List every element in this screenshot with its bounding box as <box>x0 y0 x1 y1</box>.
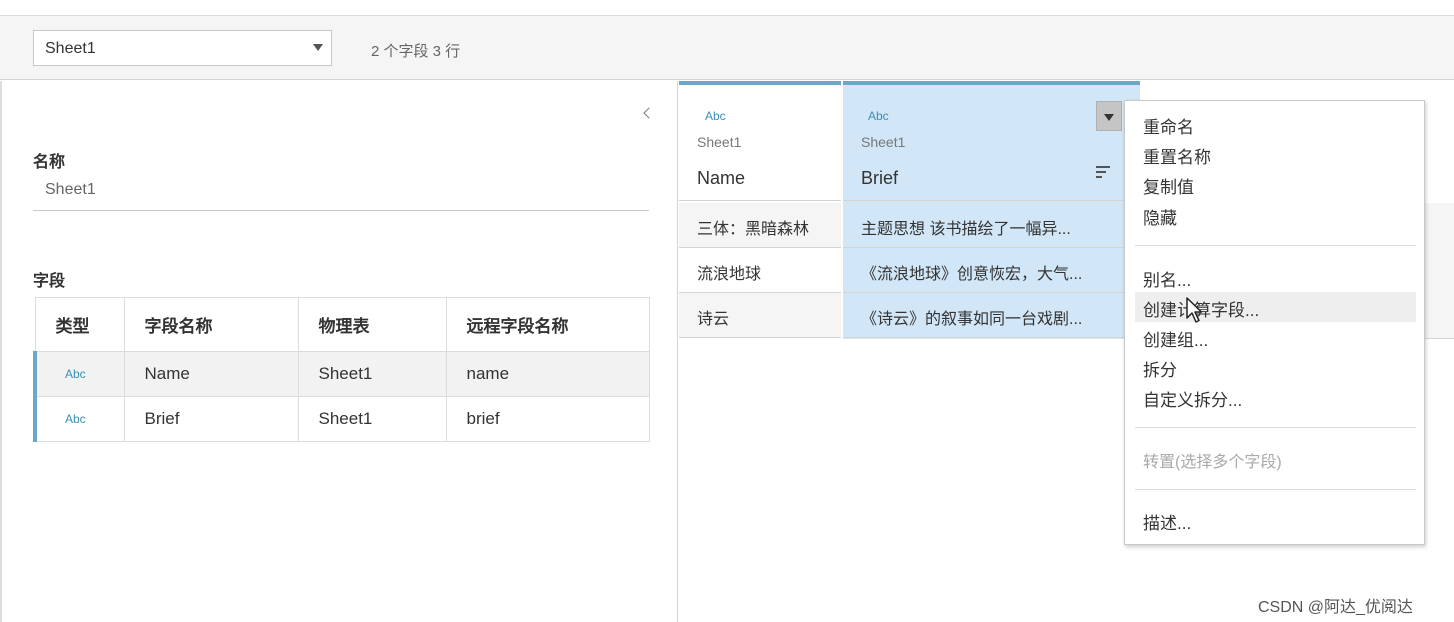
menu-item-reset-name[interactable]: 重置名称 <box>1143 143 1211 168</box>
menu-item-aliases[interactable]: 别名... <box>1143 266 1191 291</box>
menu-item-custom-split[interactable]: 自定义拆分... <box>1143 386 1242 411</box>
physical-table-cell: Sheet1 <box>297 396 447 442</box>
string-type-icon[interactable]: Abc <box>33 351 125 397</box>
remote-field-cell: brief <box>445 396 650 442</box>
column-name[interactable]: Name <box>697 168 745 189</box>
column-source-table: Sheet1 <box>861 134 906 150</box>
menu-item-rename[interactable]: 重命名 <box>1143 113 1194 138</box>
data-source-panel: 名称 Sheet1 字段 类型 字段名称 物理表 远程字段名称 Abc Name… <box>0 81 678 622</box>
fields-label: 字段 <box>33 273 66 290</box>
grid-column-brief[interactable]: Abc Sheet1 Brief 主题思想 该书描绘了一幅异... 《流浪地球》… <box>843 81 1140 339</box>
top-strip <box>0 0 1454 16</box>
menu-item-hide[interactable]: 隐藏 <box>1143 204 1177 229</box>
menu-divider <box>1135 427 1416 428</box>
name-field-value: Sheet1 <box>45 181 96 198</box>
table-row[interactable]: Abc Name Sheet1 name <box>33 351 650 397</box>
menu-item-split[interactable]: 拆分 <box>1143 356 1177 381</box>
menu-item-pivot: 转置(选择多个字段) <box>1143 454 1282 471</box>
field-count: 2 个字段 3 行 <box>371 43 461 60</box>
mouse-cursor-icon <box>1186 297 1203 323</box>
grid-cell[interactable]: 主题思想 该书描绘了一幅异... <box>843 203 1140 248</box>
grid-cell[interactable]: 三体：黑暗森林 <box>679 203 841 248</box>
collapse-left-icon[interactable] <box>642 103 656 123</box>
table-row[interactable]: Abc Brief Sheet1 brief <box>33 396 650 442</box>
watermark: CSDN @阿达_优阅达 <box>1258 599 1413 616</box>
field-name-cell[interactable]: Brief <box>123 396 299 442</box>
string-type-icon[interactable]: Abc <box>33 396 125 442</box>
column-header[interactable]: Abc Sheet1 Name <box>679 81 841 201</box>
column-header[interactable]: Abc Sheet1 Brief <box>843 81 1140 201</box>
header-remote-field-name[interactable]: 远程字段名称 <box>445 297 650 352</box>
sort-icon[interactable] <box>1096 165 1110 179</box>
menu-divider <box>1135 489 1416 490</box>
field-name-cell[interactable]: Name <box>123 351 299 397</box>
fields-table: 类型 字段名称 物理表 远程字段名称 Abc Name Sheet1 name … <box>33 297 650 442</box>
chevron-down-icon <box>313 44 323 51</box>
grid-cell[interactable]: 流浪地球 <box>679 248 841 293</box>
grid-cell[interactable]: 《流浪地球》创意恢宏，大气... <box>843 248 1140 293</box>
header-physical-table[interactable]: 物理表 <box>297 297 447 352</box>
string-type-icon[interactable]: Abc <box>705 109 726 123</box>
header-type[interactable]: 类型 <box>34 297 125 352</box>
column-menu-button[interactable] <box>1096 101 1122 131</box>
menu-item-create-group[interactable]: 创建组... <box>1143 326 1208 351</box>
name-label: 名称 <box>33 154 66 171</box>
fields-table-header: 类型 字段名称 物理表 远程字段名称 <box>34 297 650 352</box>
menu-divider <box>1135 245 1416 246</box>
menu-item-copy-values[interactable]: 复制值 <box>1143 173 1194 198</box>
column-name[interactable]: Brief <box>861 168 898 189</box>
grid-column-name[interactable]: Abc Sheet1 Name 三体：黑暗森林 流浪地球 诗云 <box>679 81 841 339</box>
string-type-icon[interactable]: Abc <box>868 109 889 123</box>
name-field[interactable]: Sheet1 <box>33 177 649 211</box>
sheet-select-value: Sheet1 <box>45 40 96 57</box>
physical-table-cell: Sheet1 <box>297 351 447 397</box>
header-field-name[interactable]: 字段名称 <box>123 297 299 352</box>
column-source-table: Sheet1 <box>697 134 742 150</box>
remote-field-cell: name <box>445 351 650 397</box>
menu-item-describe[interactable]: 描述... <box>1143 509 1191 534</box>
sheet-select[interactable]: Sheet1 <box>33 30 332 66</box>
column-context-menu: 重命名 重置名称 复制值 隐藏 别名... 创建计算字段... 创建组... 拆… <box>1124 100 1425 545</box>
toolbar: Sheet1 2 个字段 3 行 <box>0 16 1454 80</box>
grid-cell[interactable]: 《诗云》的叙事如同一台戏剧... <box>843 293 1140 338</box>
grid-cell[interactable]: 诗云 <box>679 293 841 338</box>
